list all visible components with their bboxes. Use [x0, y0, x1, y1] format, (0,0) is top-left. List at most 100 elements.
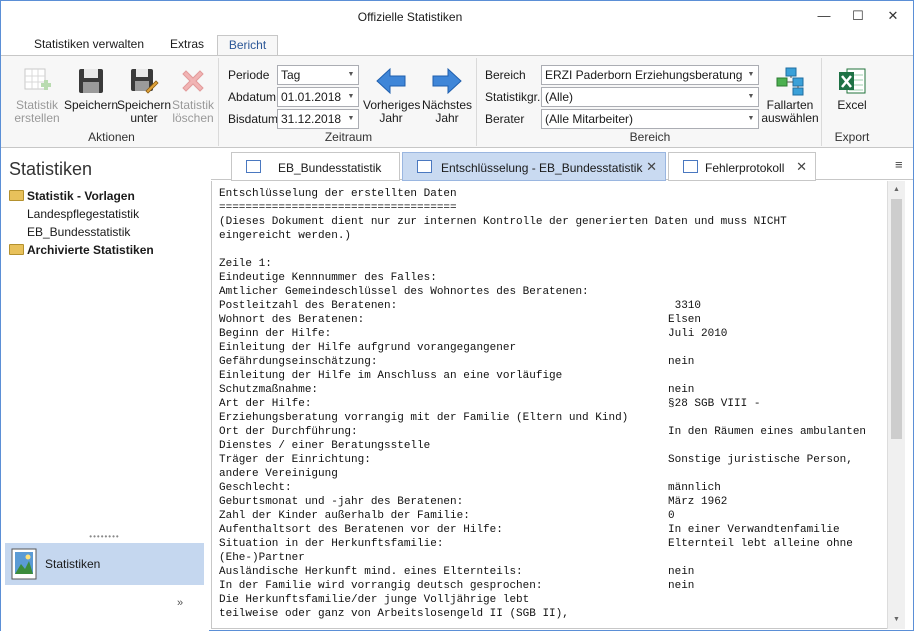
statistik-loeschen-button[interactable]: Statistik löschen	[167, 60, 219, 125]
nav-button-statistiken[interactable]: Statistiken	[5, 543, 204, 585]
tab-eb-bundesstatistik[interactable]: EB_Bundesstatistik	[231, 152, 400, 181]
document-line: Gefährdungseinschätzung: nein	[219, 355, 887, 369]
document-line: (Ehe-)Partner	[219, 551, 887, 565]
document-line-text: Dienstes / einer Beratungsstelle	[219, 440, 431, 452]
chevron-down-icon: ▼	[744, 110, 758, 128]
document-line: Beginn der Hilfe: Juli 2010	[219, 327, 887, 341]
periode-value: Tag	[281, 68, 301, 82]
close-window-button[interactable]: ✕	[876, 1, 910, 31]
ribbon: Statistik erstellen Speichern Speichern …	[1, 55, 913, 148]
berater-select[interactable]: (Alle Mitarbeiter) ▼	[541, 109, 759, 129]
document-line: Ausländische Herkunft mind. eines Eltern…	[219, 565, 887, 579]
document-line: Situation in der Herkunftsfamilie: Eltern…	[219, 537, 887, 551]
tab-fehlerprotokoll[interactable]: Fehlerprotokoll ✕	[668, 152, 816, 181]
scroll-down-icon[interactable]: ▼	[888, 613, 905, 627]
window-title: Offizielle Statistiken	[357, 10, 463, 24]
tab-extras[interactable]: Extras	[161, 35, 213, 56]
tree-folder-archiviert[interactable]: Archivierte Statistiken	[9, 241, 154, 259]
tree-item-landespflegestatistik[interactable]: Landespflegestatistik	[9, 205, 154, 223]
document-line: Schutzmaßnahme: nein	[219, 383, 887, 397]
vertical-scrollbar[interactable]: ▲ ▼	[887, 181, 905, 629]
document-line-text: andere Vereinigung	[219, 468, 338, 480]
statistik-loeschen-label: Statistik löschen	[171, 98, 214, 125]
folder-icon	[9, 244, 24, 255]
document-line-value: In einer Verwandtenfamilie	[668, 524, 840, 536]
statistik-erstellen-button[interactable]: Statistik erstellen	[9, 60, 65, 125]
tree-folder-vorlagen[interactable]: Statistik - Vorlagen	[9, 187, 154, 205]
more-buttons-icon[interactable]: »	[177, 597, 183, 609]
abdatum-field[interactable]: 01.01.2018 ▼	[277, 87, 359, 107]
tab-entschluesselung-label: Entschlüsselung - EB_Bundesstatistik	[441, 161, 643, 175]
document-line-value: §28 SGB VIII -	[668, 398, 761, 410]
arrow-right-icon	[432, 67, 462, 95]
abdatum-label: Abdatum	[228, 90, 277, 104]
naechstes-jahr-label: Nächstes Jahr	[421, 98, 473, 125]
tab-entschluesselung[interactable]: Entschlüsselung - EB_Bundesstatistik ✕	[402, 152, 666, 181]
tab-bericht[interactable]: Bericht	[217, 35, 278, 56]
tree-item-eb-bundesstatistik-label: EB_Bundesstatistik	[27, 225, 131, 239]
close-tab-icon[interactable]: ✕	[796, 159, 807, 175]
create-statistic-icon	[24, 68, 51, 90]
document-line: Aufenthaltsort des Beratenen vor der Hil…	[219, 523, 887, 537]
document-line: In der Familie wird vorrangig deutsch ge…	[219, 579, 887, 593]
tab-statistiken-verwalten[interactable]: Statistiken verwalten	[23, 35, 155, 56]
tab-menu-icon[interactable]: ≡	[895, 157, 903, 172]
document-line: Eindeutige Kennnummer des Falles:	[219, 271, 887, 285]
document-line: Dienstes / einer Beratungsstelle	[219, 439, 887, 453]
group-label-zeitraum: Zeitraum	[324, 130, 373, 144]
statistics-tree: Statistik - Vorlagen Landespflegestatist…	[9, 187, 154, 259]
close-tab-icon[interactable]: ✕	[646, 159, 657, 175]
document-line-text: Beginn der Hilfe:	[219, 328, 332, 340]
tree-item-eb-bundesstatistik[interactable]: EB_Bundesstatistik	[9, 223, 154, 241]
maximize-button[interactable]: ☐	[841, 1, 875, 31]
minimize-button[interactable]: —	[807, 1, 841, 31]
document-line: andere Vereinigung	[219, 467, 887, 481]
save-as-icon	[131, 69, 159, 94]
speichern-unter-button[interactable]: Speichern unter	[117, 60, 171, 125]
periode-select[interactable]: Tag ▼	[277, 65, 359, 85]
berater-label: Berater	[485, 112, 525, 126]
document-line: Die Herkunftsfamilie/der junge Volljähri…	[219, 593, 887, 607]
chevron-down-icon: ▼	[744, 66, 758, 84]
document-icon	[417, 160, 432, 173]
naechstes-jahr-button[interactable]: Nächstes Jahr	[419, 60, 475, 125]
bisdatum-field[interactable]: 31.12.2018 ▼	[277, 109, 359, 129]
sidebar-splitter[interactable]: ••••••••	[5, 533, 204, 542]
document-line-text: teilweise oder ganz von Arbeitslosengeld…	[219, 608, 569, 620]
vorheriges-jahr-button[interactable]: Vorheriges Jahr	[363, 60, 421, 125]
document-line-text: eingereicht werden.)	[219, 230, 352, 242]
document-line-value: Elternteil lebt alleine ohne	[668, 538, 853, 550]
bereich-select[interactable]: ERZI Paderborn Erziehungsberatung (E ▼	[541, 65, 759, 85]
fallarten-auswaehlen-label: Fallarten auswählen	[761, 98, 819, 125]
document-line-text: Aufenthaltsort des Beratenen vor der Hil…	[219, 524, 503, 536]
tree-folder-archiviert-label: Archivierte Statistiken	[27, 243, 154, 257]
scroll-up-icon[interactable]: ▲	[888, 183, 905, 197]
hierarchy-icon	[776, 67, 804, 96]
nav-button-statistiken-label: Statistiken	[45, 557, 101, 571]
delete-icon	[182, 70, 204, 92]
statistikgr-select[interactable]: (Alle) ▼	[541, 87, 759, 107]
fallarten-auswaehlen-button[interactable]: Fallarten auswählen	[761, 60, 819, 125]
document-line-text: Erziehungsberatung vorrangig mit der Fam…	[219, 412, 629, 424]
scrollbar-thumb[interactable]	[891, 199, 902, 439]
statistik-erstellen-label: Statistik erstellen	[14, 98, 60, 125]
document-line: Erziehungsberatung vorrangig mit der Fam…	[219, 411, 887, 425]
document-line-text: Gefährdungseinschätzung:	[219, 356, 378, 368]
tree-item-landespflegestatistik-label: Landespflegestatistik	[27, 207, 140, 221]
vorheriges-jahr-label: Vorheriges Jahr	[363, 98, 421, 125]
tab-eb-bundesstatistik-label: EB_Bundesstatistik	[278, 161, 382, 175]
chevron-down-icon: ▼	[344, 110, 358, 128]
document-line-text: Situation in der Herkunftsfamilie:	[219, 538, 444, 550]
document-line-text: Zeile 1:	[219, 258, 272, 270]
chevron-down-icon: ▼	[744, 88, 758, 106]
excel-export-button[interactable]: Excel	[824, 60, 880, 112]
sidebar-title: Statistiken	[9, 159, 93, 179]
document-viewer: Entschlüsselung der erstellten Daten ====…	[211, 181, 905, 629]
bisdatum-value: 31.12.2018	[281, 112, 342, 126]
document-line-text: Geschlecht:	[219, 482, 292, 494]
speichern-button[interactable]: Speichern	[61, 60, 121, 112]
ribbon-group-bereich: Bereich ERZI Paderborn Erziehungsberatun…	[479, 58, 822, 146]
document-line: Wohnort des Beratenen: Elsen	[219, 313, 887, 327]
document-line: Amtlicher Gemeindeschlüssel des Wohnorte…	[219, 285, 887, 299]
ribbon-group-zeitraum: Periode Tag ▼ Abdatum 01.01.2018 ▼ Bisda…	[221, 58, 477, 146]
